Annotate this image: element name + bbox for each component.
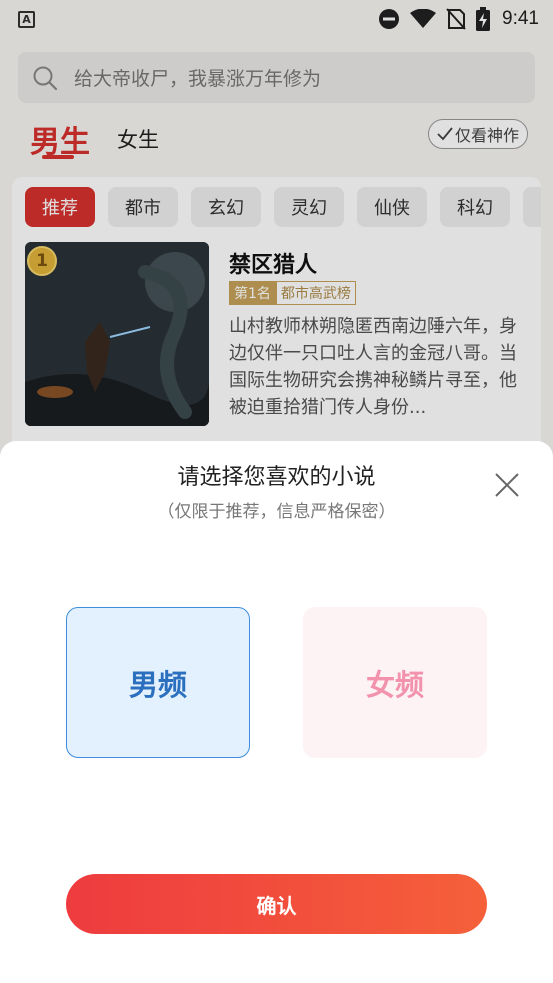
dialog-title: 请选择您喜欢的小说 [177, 465, 376, 490]
close-button[interactable] [492, 470, 522, 500]
preference-bottom-sheet: 请选择您喜欢的小说 （仅限于推荐，信息严格保密） 男频 女频 确认 [0, 441, 553, 983]
female-option-card[interactable]: 女频 [303, 607, 487, 758]
male-option-card[interactable]: 男频 [66, 607, 250, 758]
confirm-button[interactable]: 确认 [66, 874, 487, 934]
dialog-subtitle: （仅限于推荐，信息严格保密） [157, 502, 396, 522]
confirm-label: 确认 [256, 893, 297, 918]
close-icon [495, 473, 519, 497]
male-option-label: 男频 [128, 667, 187, 702]
female-option-label: 女频 [365, 667, 424, 702]
